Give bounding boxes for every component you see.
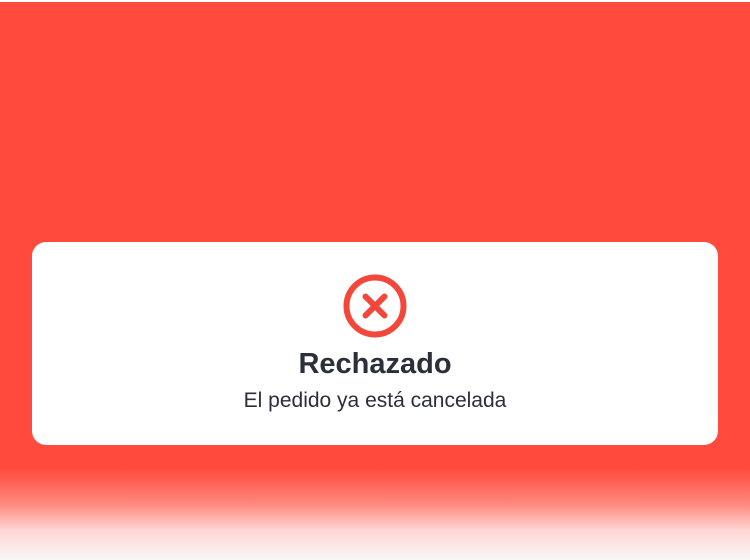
x-circle-icon [343,274,407,338]
rejection-dialog: Rechazado El pedido ya está cancelada [32,242,718,445]
dialog-title: Rechazado [298,348,452,380]
screen-background: Rechazado El pedido ya está cancelada [0,0,750,560]
dialog-message: El pedido ya está cancelada [243,389,507,412]
